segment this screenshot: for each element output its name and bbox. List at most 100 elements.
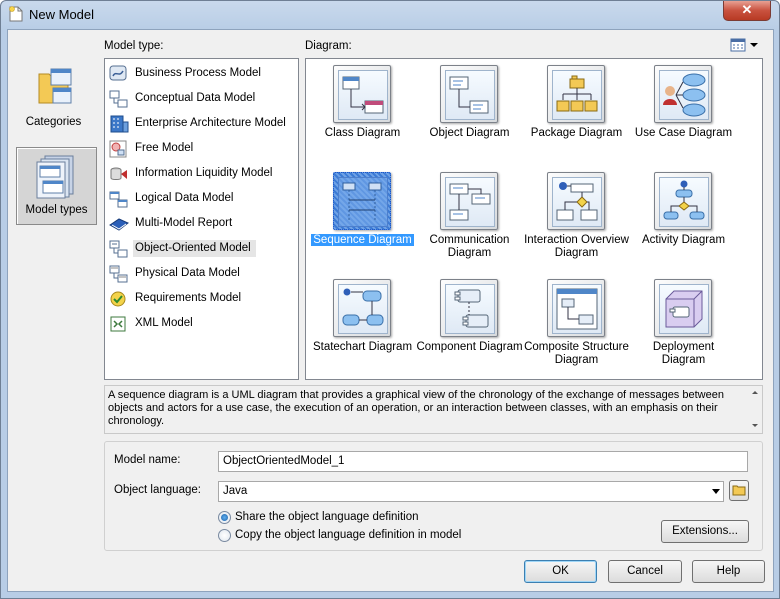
- list-item-label: Enterprise Architecture Model: [135, 117, 286, 129]
- help-button[interactable]: Help: [692, 560, 765, 583]
- diagram-description: A sequence diagram is a UML diagram that…: [104, 385, 763, 434]
- list-item-business-process[interactable]: Business Process Model: [109, 63, 289, 85]
- list-item-physical-data[interactable]: Physical Data Model: [109, 263, 289, 285]
- report-book-icon: [109, 218, 129, 231]
- window-title: New Model: [29, 7, 95, 22]
- list-item-information-liquidity[interactable]: Information Liquidity Model: [109, 163, 289, 185]
- object-language-value: Java: [223, 485, 248, 497]
- list-item-conceptual-data[interactable]: Conceptual Data Model: [109, 88, 289, 110]
- list-item-multi-model-report[interactable]: Multi-Model Report: [109, 213, 289, 235]
- diagram-item-statechart[interactable]: Statechart Diagram: [309, 275, 416, 378]
- list-item-label: Physical Data Model: [135, 267, 240, 279]
- browse-language-button[interactable]: [729, 480, 749, 501]
- deployment-diagram-icon: [654, 279, 712, 337]
- new-model-dialog: New Model ✕ Categories Model types Model…: [0, 0, 780, 599]
- use-case-diagram-icon: [654, 65, 712, 123]
- diagram-item-activity[interactable]: Activity Diagram: [630, 168, 737, 271]
- model-type-label: Model type:: [104, 40, 164, 52]
- list-item-label: Object-Oriented Model: [133, 240, 256, 257]
- diagram-item-interaction-overview[interactable]: Interaction Overview Diagram: [523, 168, 630, 271]
- composite-structure-icon: [547, 279, 605, 337]
- list-item-label: Logical Data Model: [135, 192, 234, 204]
- extensions-button[interactable]: Extensions...: [661, 520, 749, 543]
- diagram-gallery[interactable]: Class Diagram Object Diagram Package Dia…: [305, 58, 763, 380]
- diagram-label-communication: Communication Diagram: [429, 234, 510, 259]
- list-item-enterprise-architecture[interactable]: Enterprise Architecture Model: [109, 113, 289, 135]
- package-diagram-icon: [547, 65, 605, 123]
- diagram-item-object[interactable]: Object Diagram: [416, 61, 523, 164]
- copy-language-radio[interactable]: [218, 529, 231, 542]
- chevron-down-icon: [712, 489, 720, 494]
- dialog-body: Categories Model types Model type: Diagr…: [7, 29, 774, 592]
- diagram-item-composite-structure[interactable]: Composite Structure Diagram: [523, 275, 630, 378]
- class-diagram-icon: [333, 65, 391, 123]
- description-text: A sequence diagram is a UML diagram that…: [108, 389, 724, 427]
- diagram-item-use-case[interactable]: Use Case Diagram: [630, 61, 737, 164]
- enterprise-architecture-icon: [110, 115, 129, 133]
- diagram-item-class[interactable]: Class Diagram: [309, 61, 416, 164]
- object-oriented-icon: [109, 240, 128, 258]
- list-item-xml-model[interactable]: XML Model: [109, 313, 289, 335]
- object-diagram-icon: [440, 65, 498, 123]
- requirements-icon: [110, 291, 126, 307]
- diagram-label-statechart: Statechart Diagram: [312, 341, 413, 353]
- close-button[interactable]: ✕: [723, 1, 771, 21]
- diagram-item-deployment[interactable]: Deployment Diagram: [630, 275, 737, 378]
- list-item-free-model[interactable]: Free Model: [109, 138, 289, 160]
- stacked-windows-icon: [36, 155, 74, 199]
- conceptual-data-icon: [109, 90, 128, 108]
- cancel-button[interactable]: Cancel: [608, 560, 682, 583]
- new-document-icon: [9, 6, 23, 22]
- diagram-item-component[interactable]: Component Diagram: [416, 275, 523, 378]
- model-type-list[interactable]: Business Process Model Conceptual Data M…: [104, 58, 299, 380]
- component-diagram-icon: [440, 279, 498, 337]
- close-icon: ✕: [741, 2, 753, 17]
- interaction-overview-icon: [547, 172, 605, 230]
- free-model-icon: [109, 140, 127, 158]
- diagram-item-communication[interactable]: Communication Diagram: [416, 168, 523, 271]
- model-properties-group: Model name: ObjectOrientedModel_1 Object…: [104, 441, 763, 551]
- physical-data-icon: [109, 265, 128, 283]
- model-types-button[interactable]: Model types: [16, 147, 97, 225]
- diagram-label-use-case: Use Case Diagram: [634, 127, 733, 139]
- list-item-logical-data[interactable]: Logical Data Model: [109, 188, 289, 210]
- title-bar[interactable]: New Model ✕: [1, 1, 779, 27]
- ok-button[interactable]: OK: [524, 560, 597, 583]
- categories-label: Categories: [25, 116, 82, 128]
- information-liquidity-icon: [110, 167, 127, 180]
- diagram-label-deployment: Deployment Diagram: [652, 341, 715, 366]
- share-language-label: Share the object language definition: [235, 511, 419, 523]
- categories-button[interactable]: Categories: [14, 60, 93, 134]
- diagram-item-sequence[interactable]: Sequence Diagram: [309, 168, 416, 271]
- list-item-label: Multi-Model Report: [135, 217, 233, 229]
- copy-language-label: Copy the object language definition in m…: [235, 529, 462, 541]
- diagram-label-package: Package Diagram: [530, 127, 623, 139]
- diagram-label-composite-structure: Composite Structure Diagram: [524, 341, 629, 366]
- list-item-label: Requirements Model: [135, 292, 242, 304]
- model-name-label: Model name:: [114, 454, 181, 466]
- model-name-input[interactable]: ObjectOrientedModel_1: [218, 451, 748, 472]
- folder-icon: [732, 485, 746, 496]
- model-types-label: Model types: [25, 204, 88, 216]
- description-scrollbar[interactable]: [748, 386, 762, 433]
- diagram-label-sequence: Sequence Diagram: [311, 234, 414, 246]
- object-language-select[interactable]: Java: [218, 481, 724, 502]
- diagram-item-package[interactable]: Package Diagram: [523, 61, 630, 164]
- logical-data-icon: [109, 191, 128, 208]
- folder-windows-icon: [38, 68, 72, 104]
- list-item-object-oriented[interactable]: Object-Oriented Model: [109, 238, 289, 260]
- share-language-radio[interactable]: [218, 511, 231, 524]
- object-language-label: Object language:: [114, 484, 201, 496]
- diagram-label-component: Component Diagram: [416, 341, 523, 353]
- list-item-label: Free Model: [135, 142, 194, 154]
- list-view-icon[interactable]: [730, 38, 760, 52]
- list-item-label: Business Process Model: [135, 67, 261, 79]
- list-item-requirements[interactable]: Requirements Model: [109, 288, 289, 310]
- diagram-label-activity: Activity Diagram: [641, 234, 726, 246]
- activity-diagram-icon: [654, 172, 712, 230]
- communication-diagram-icon: [440, 172, 498, 230]
- business-process-icon: [109, 65, 127, 81]
- list-item-label: XML Model: [135, 317, 193, 329]
- statechart-diagram-icon: [333, 279, 391, 337]
- diagram-label-class: Class Diagram: [324, 127, 401, 139]
